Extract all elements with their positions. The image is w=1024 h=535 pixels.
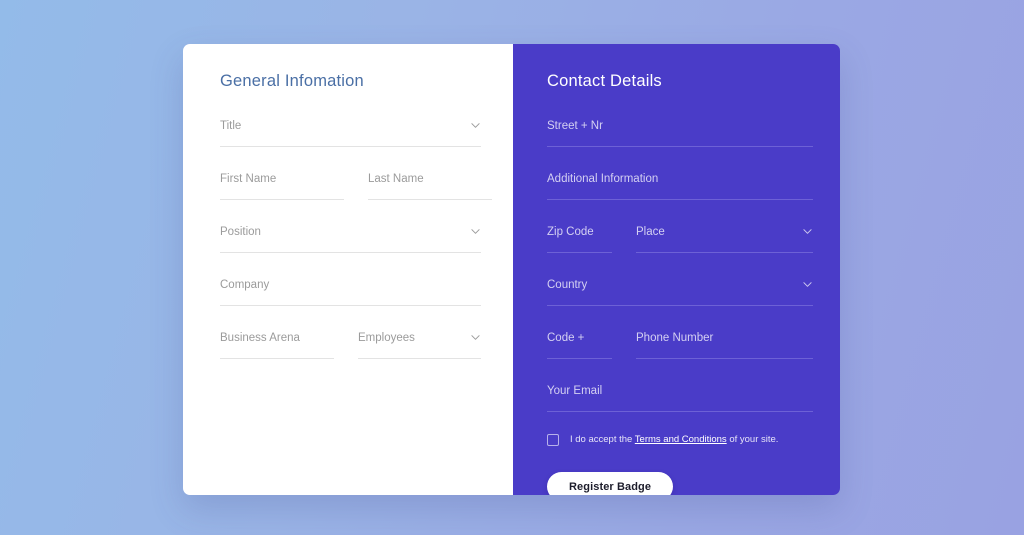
position-placeholder: Position — [220, 226, 261, 238]
title-select[interactable]: Title — [220, 119, 481, 147]
general-information-heading: General Infomation — [220, 72, 364, 90]
chevron-down-icon — [471, 333, 480, 342]
terms-text-after: of your site. — [729, 434, 779, 445]
zip-code-input[interactable]: Zip Code — [547, 225, 612, 253]
title-placeholder: Title — [220, 120, 242, 132]
phone-number-input[interactable]: Phone Number — [636, 331, 813, 359]
employees-select[interactable]: Employees — [358, 331, 481, 359]
email-row: Your Email — [547, 384, 813, 412]
country-select[interactable]: Country — [547, 278, 813, 306]
additional-information-input[interactable]: Additional Information — [547, 172, 813, 200]
chevron-down-icon — [803, 280, 812, 289]
business-arena-input[interactable]: Business Arena — [220, 331, 334, 359]
terms-text-before: I do accept the — [570, 434, 633, 445]
accept-terms-checkbox[interactable] — [547, 434, 559, 446]
company-input[interactable]: Company — [220, 278, 481, 306]
zip-code-placeholder: Zip Code — [547, 226, 594, 238]
company-placeholder: Company — [220, 279, 270, 291]
street-input[interactable]: Street + Nr — [547, 119, 813, 147]
chevron-down-icon — [471, 121, 480, 130]
terms-row: I do accept the Terms and Conditions of … — [547, 434, 813, 446]
place-placeholder: Place — [636, 226, 665, 238]
last-name-placeholder: Last Name — [368, 173, 424, 185]
employees-placeholder: Employees — [358, 332, 415, 344]
chevron-down-icon — [803, 227, 812, 236]
registration-form-card: General Infomation Title First Name Last… — [183, 44, 840, 495]
email-placeholder: Your Email — [547, 385, 603, 397]
place-select[interactable]: Place — [636, 225, 813, 253]
company-row: Company — [220, 278, 481, 306]
name-row: First Name Last Name — [220, 172, 492, 200]
country-row: Country — [547, 278, 813, 306]
additional-information-row: Additional Information — [547, 172, 813, 200]
business-arena-placeholder: Business Arena — [220, 332, 300, 344]
additional-information-placeholder: Additional Information — [547, 173, 659, 185]
position-select[interactable]: Position — [220, 225, 481, 253]
first-name-input[interactable]: First Name — [220, 172, 344, 200]
position-row: Position — [220, 225, 481, 253]
first-name-placeholder: First Name — [220, 173, 277, 185]
terms-and-conditions-link[interactable]: Terms and Conditions — [635, 434, 727, 445]
general-information-panel: General Infomation Title First Name Last… — [183, 44, 513, 495]
phone-number-placeholder: Phone Number — [636, 332, 714, 344]
chevron-down-icon — [471, 227, 480, 236]
phone-row: Code + Phone Number — [547, 331, 813, 359]
contact-details-panel: Contact Details Street + Nr Additional I… — [513, 44, 840, 495]
email-input[interactable]: Your Email — [547, 384, 813, 412]
country-code-input[interactable]: Code + — [547, 331, 612, 359]
country-code-placeholder: Code + — [547, 332, 585, 344]
last-name-input[interactable]: Last Name — [368, 172, 492, 200]
terms-text: I do accept the Terms and Conditions of … — [570, 434, 778, 446]
register-badge-button[interactable]: Register Badge — [547, 472, 674, 495]
street-placeholder: Street + Nr — [547, 120, 603, 132]
street-row: Street + Nr — [547, 119, 813, 147]
country-placeholder: Country — [547, 279, 588, 291]
contact-details-heading: Contact Details — [547, 72, 662, 90]
business-row: Business Arena Employees — [220, 331, 481, 359]
title-row: Title — [220, 119, 481, 147]
zip-place-row: Zip Code Place — [547, 225, 813, 253]
